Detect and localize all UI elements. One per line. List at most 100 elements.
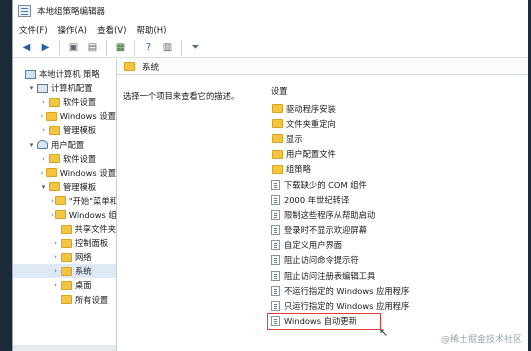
tree-item-label: 本地计算机 策略 [39,69,100,80]
tree-item[interactable]: › Windows 组 [13,208,116,222]
policy-setting-icon [271,240,280,251]
menu-help[interactable]: 帮助(H) [136,24,166,36]
filter-icon[interactable]: ⏷ [188,40,203,55]
policy-setting-icon [271,255,280,266]
expand-chevron-icon[interactable]: › [51,211,54,219]
tree-item-label: 用户配置 [51,139,85,150]
policy-setting-item[interactable]: Windows 自动更新 [267,312,409,330]
show-tree-icon[interactable]: ▤ [85,40,100,55]
policy-setting-item[interactable]: 限制这些程序从帮助启动 [271,207,409,222]
menu-file[interactable]: 文件(F) [19,24,48,36]
expand-chevron-icon[interactable]: › [51,267,60,275]
tree-item[interactable]: ▾ 计算机配置 [13,81,116,95]
tree-item[interactable]: ▾ 管理模板 [13,180,116,194]
settings-folder-item[interactable]: 显示 [271,131,409,146]
settings-column-header[interactable]: 设置 [271,85,409,97]
policy-setting-item[interactable]: 2000 年世纪转译 [271,192,409,207]
title-bar: 本地组策略编辑器 [13,0,528,22]
policy-setting-item[interactable]: 下载缺少的 COM 组件 [271,177,409,192]
folder-icon [272,164,283,174]
policy-setting-icon [271,285,280,296]
settings-folder-item[interactable]: 用户配置文件 [271,147,409,162]
tree-item-label: 桌面 [75,280,92,291]
folder-icon [61,280,72,290]
setting-label: 用户配置文件 [286,149,336,160]
policy-setting-icon [271,270,280,281]
tree-item[interactable]: 所有设置 [13,293,116,307]
config-icon [37,83,48,93]
policy-setting-item[interactable]: 阻止访问命令提示符 [271,253,409,268]
tree-item[interactable]: ▾ 用户配置 [13,137,116,151]
folder-icon [60,224,72,234]
tree-item[interactable]: › 软件设置 [13,95,116,109]
expand-chevron-icon[interactable]: › [39,98,48,106]
tree-item[interactable]: › "开始"菜单和 [13,194,116,208]
folder-icon [61,266,72,276]
toolbar-divider [134,40,135,55]
tree-item[interactable]: › 桌面 [13,278,116,292]
expand-chevron-icon[interactable]: › [51,197,54,205]
folder-icon [272,119,283,129]
watermark: @稀土掘金技术社区 [440,335,522,345]
tree-item[interactable]: › 系统 [13,264,116,279]
export-list-icon[interactable]: ▦ [113,40,128,55]
tree-item-label: 软件设置 [63,153,97,164]
back-arrow-icon[interactable]: ◀ [19,40,34,55]
folder-icon [124,62,135,71]
collapse-chevron-icon[interactable]: ▾ [39,183,48,191]
expand-chevron-icon[interactable]: › [51,253,60,261]
tree-item-label: 管理模板 [63,125,97,136]
menu-action[interactable]: 操作(A) [58,24,87,36]
expand-chevron-icon[interactable]: › [39,155,48,163]
tree-item[interactable]: 共享文件夹 [13,222,116,236]
tree-item[interactable]: › 软件设置 [13,152,116,166]
properties-icon[interactable]: ▥ [160,40,175,55]
folder-icon [49,182,60,192]
expand-chevron-icon[interactable]: › [51,281,60,289]
policy-setting-icon [271,209,280,220]
settings-folder-item[interactable]: 组策略 [271,162,409,177]
policy-setting-icon [271,301,280,312]
collapse-chevron-icon[interactable]: ▾ [27,84,36,92]
tree-item[interactable]: › 管理模板 [13,123,116,137]
policy-setting-item[interactable]: 登录时不显示欢迎屏幕 [271,223,409,238]
setting-label: Windows 自动更新 [284,316,357,327]
menu-view[interactable]: 查看(V) [97,24,126,36]
setting-label: 组策略 [286,164,311,175]
tree-item-label: 软件设置 [63,97,97,108]
up-folder-icon[interactable]: ▣ [66,40,81,55]
policy-setting-icon [271,194,280,205]
forward-arrow-icon[interactable]: ▶ [38,40,53,55]
folder-icon [61,238,72,248]
setting-label: 只运行指定的 Windows 应用程序 [284,301,410,312]
expand-chevron-icon[interactable]: › [51,239,60,247]
settings-folder-item[interactable]: 驱动程序安装 [271,101,409,116]
policy-setting-item[interactable]: 只运行指定的 Windows 应用程序 [271,298,409,313]
tree-horizontal-scrollbar[interactable] [13,345,116,351]
expand-chevron-icon[interactable]: › [39,112,45,120]
tree-item[interactable]: › Windows 设置 [13,166,116,180]
expand-chevron-icon[interactable]: › [39,126,48,134]
tree-item[interactable]: › 网络 [13,250,116,264]
setting-label: 文件夹重定向 [286,118,336,129]
tree-item[interactable]: › 控制面板 [13,236,116,250]
policy-setting-item[interactable]: 不运行指定的 Windows 应用程序 [271,283,409,298]
policy-setting-item[interactable]: 阻止访问注册表编辑工具 [271,268,409,283]
tree-item[interactable]: 本地计算机 策略 [13,67,116,81]
tree-item-label: 管理模板 [63,181,97,192]
navigation-tree: 本地计算机 策略 ▾ 计算机配置 › 软件设置 › Windows 设置 › 管理模板 ▾ 用户配置… [13,59,117,351]
description-text: 选择一个项目来查看它的描述。 [123,91,240,101]
tree-item[interactable]: › Windows 设置 [13,109,116,123]
collapse-chevron-icon[interactable]: ▾ [27,141,36,149]
toolbar-divider [106,40,107,55]
help-icon[interactable]: ? [141,40,156,55]
folder-icon [61,252,72,262]
computer-icon [25,69,36,79]
policy-setting-icon [271,316,280,327]
toolbar-divider [59,40,60,55]
policy-editor-icon [18,5,31,17]
policy-setting-item[interactable]: 自定义用户界面 [271,238,409,253]
folder-icon [54,210,66,220]
settings-folder-item[interactable]: 文件夹重定向 [271,116,409,131]
expand-chevron-icon[interactable]: › [39,169,45,177]
